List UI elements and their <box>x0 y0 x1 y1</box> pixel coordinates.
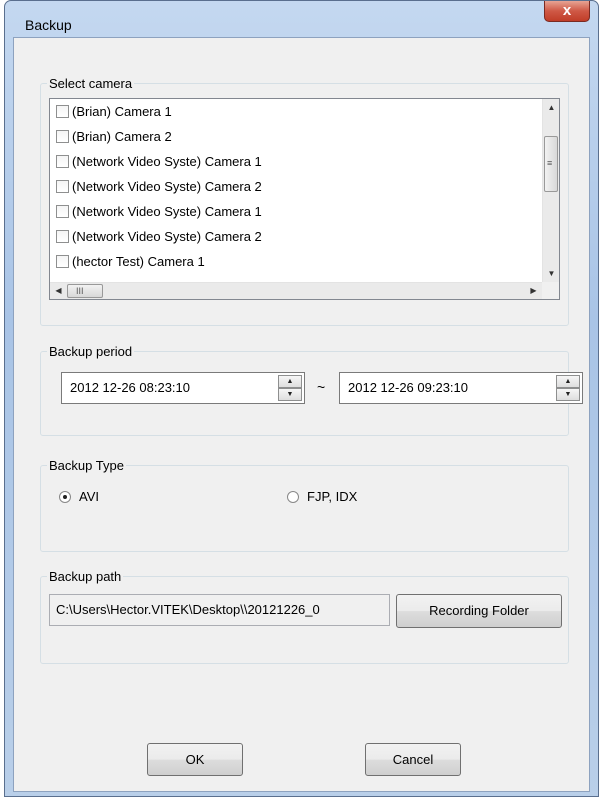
period-separator: ~ <box>317 379 326 395</box>
title-bar[interactable]: Backup x <box>5 1 598 37</box>
grip-icon: III <box>76 286 84 296</box>
camera-item[interactable]: (hector Test) Camera 1 <box>50 249 542 274</box>
scroll-left-icon[interactable]: ◀ <box>50 282 67 299</box>
camera-item-label: (Network Video Syste) Camera 1 <box>72 204 262 219</box>
spin-up-icon[interactable]: ▲ <box>556 375 580 388</box>
camera-checkbox[interactable] <box>56 155 69 168</box>
backup-window: Backup x Select camera (Brian) Camera 1 … <box>4 0 599 797</box>
scroll-up-icon[interactable]: ▲ <box>543 99 560 116</box>
camera-item[interactable]: (Brian) Camera 2 <box>50 124 542 149</box>
select-camera-group: Select camera (Brian) Camera 1 (Brian) C… <box>40 76 569 326</box>
radio-fjp-idx[interactable]: FJP, IDX <box>287 489 357 504</box>
start-datetime-value: 2012 12-26 08:23:10 <box>70 380 190 395</box>
camera-checkbox[interactable] <box>56 130 69 143</box>
backup-period-label: Backup period <box>49 344 133 359</box>
camera-item-label: (Network Video Syste) Camera 1 <box>72 154 262 169</box>
camera-item[interactable]: (Network Video Syste) Camera 1 <box>50 199 542 224</box>
spin-down-icon[interactable]: ▼ <box>278 388 302 401</box>
scroll-down-icon[interactable]: ▼ <box>543 265 560 282</box>
horizontal-scroll-thumb[interactable]: III <box>67 284 103 298</box>
camera-list[interactable]: (Brian) Camera 1 (Brian) Camera 2 (Netwo… <box>49 98 560 300</box>
camera-item-label: (Network Video Syste) Camera 2 <box>72 179 262 194</box>
vertical-scroll-thumb[interactable]: ≡ <box>544 136 558 192</box>
camera-checkbox[interactable] <box>56 105 69 118</box>
radio-avi-label: AVI <box>79 489 99 504</box>
camera-item-label: (Brian) Camera 2 <box>72 129 172 144</box>
camera-item[interactable]: (Network Video Syste) Camera 2 <box>50 174 542 199</box>
radio-fjp-idx-dot[interactable] <box>287 490 299 503</box>
camera-item[interactable]: (Brian) Camera 1 <box>50 99 542 124</box>
window-title: Backup <box>25 17 72 33</box>
start-spin[interactable]: ▲ ▼ <box>278 375 302 401</box>
ok-button[interactable]: OK <box>147 743 243 776</box>
close-button[interactable]: x <box>544 1 590 22</box>
backup-type-group: Backup Type AVI FJP, IDX <box>40 458 569 552</box>
radio-avi[interactable]: AVI <box>59 489 99 504</box>
camera-item-label: (hector Test) Camera 1 <box>72 254 205 269</box>
spin-down-icon[interactable]: ▼ <box>556 388 580 401</box>
camera-checkbox[interactable] <box>56 180 69 193</box>
camera-item-label: (Network Video Syste) Camera 2 <box>72 229 262 244</box>
camera-item-label: (Brian) Camera 1 <box>72 104 172 119</box>
camera-item[interactable]: (Network Video Syste) Camera 1 <box>50 149 542 174</box>
end-datetime-value: 2012 12-26 09:23:10 <box>348 380 468 395</box>
close-icon: x <box>562 2 572 19</box>
grip-icon: ≡ <box>547 158 553 168</box>
backup-type-label: Backup Type <box>49 458 124 473</box>
camera-item[interactable]: (Network Video Syste) Camera 2 <box>50 224 542 249</box>
camera-checkbox[interactable] <box>56 230 69 243</box>
scroll-right-icon[interactable]: ▶ <box>525 282 542 299</box>
end-datetime-picker[interactable]: 2012 12-26 09:23:10 ▲ ▼ <box>339 372 583 404</box>
vertical-scrollbar[interactable]: ▲ ≡ ▼ <box>542 99 559 282</box>
camera-checkbox[interactable] <box>56 255 69 268</box>
select-camera-label: Select camera <box>49 76 133 91</box>
backup-path-label: Backup path <box>49 569 122 584</box>
end-spin[interactable]: ▲ ▼ <box>556 375 580 401</box>
horizontal-scrollbar[interactable]: ◀ III ▶ <box>50 282 542 299</box>
scrollbar-corner <box>542 282 559 299</box>
radio-avi-dot[interactable] <box>59 490 71 503</box>
camera-checkbox[interactable] <box>56 205 69 218</box>
dialog-client-area: Select camera (Brian) Camera 1 (Brian) C… <box>13 37 590 792</box>
cancel-button[interactable]: Cancel <box>365 743 461 776</box>
start-datetime-picker[interactable]: 2012 12-26 08:23:10 ▲ ▼ <box>61 372 305 404</box>
backup-path-group: Backup path C:\Users\Hector.VITEK\Deskto… <box>40 569 569 664</box>
backup-period-group: Backup period 2012 12-26 08:23:10 ▲ ▼ ~ … <box>40 344 583 436</box>
spin-up-icon[interactable]: ▲ <box>278 375 302 388</box>
radio-fjp-idx-label: FJP, IDX <box>307 489 358 504</box>
backup-path-field[interactable]: C:\Users\Hector.VITEK\Desktop\\20121226_… <box>49 594 390 626</box>
recording-folder-button[interactable]: Recording Folder <box>396 594 562 628</box>
